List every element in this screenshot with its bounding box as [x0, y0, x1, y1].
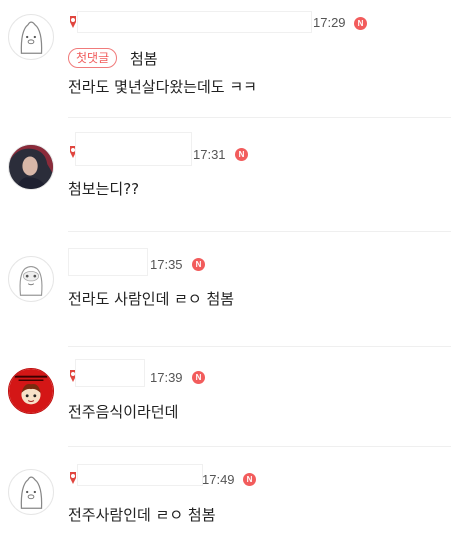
new-badge: N: [354, 17, 367, 30]
nickname-redacted: [77, 11, 312, 33]
nickname-redacted: [75, 359, 145, 387]
new-badge: N: [192, 371, 205, 384]
comment-text: 전라도 몇년살다왔는데도 ㅋㅋ: [68, 78, 257, 96]
comment-time: 17:31: [193, 147, 226, 162]
new-badge: N: [243, 473, 256, 486]
comment-text: 첨보는디??: [68, 180, 140, 198]
comment-text: 전라도 사람인데 ㄹㅇ 첨봄: [68, 290, 235, 308]
comment-time: 17:29: [313, 15, 346, 30]
character-avatar-icon: [9, 369, 53, 413]
mascot-icon: [20, 21, 43, 54]
avatar[interactable]: [8, 368, 54, 414]
new-badge: N: [235, 148, 248, 161]
comment-item: 17:29 N 첫댓글 첨봄 전라도 몇년살다왔는데도 ㅋㅋ: [0, 0, 451, 118]
comment-time: 17:39: [150, 370, 183, 385]
comment-text: 전주사람인데 ㄹㅇ 첨봄: [68, 506, 216, 524]
mascot-icon: [19, 265, 43, 296]
comment-item: 17:49 N 전주사람인데 ㄹㅇ 첨봄: [0, 447, 451, 544]
profile-photo-icon: [9, 145, 53, 189]
avatar[interactable]: [8, 469, 54, 515]
avatar[interactable]: [8, 144, 54, 190]
comment-item: 17:35 N 전라도 사람인데 ㄹㅇ 첨봄: [0, 232, 451, 347]
comment-item: 17:39 N 전주음식이라던데: [0, 347, 451, 447]
comment-item: 17:31 N 첨보는디??: [0, 118, 451, 232]
avatar[interactable]: [8, 14, 54, 60]
first-comment-tag: 첫댓글: [68, 48, 118, 68]
nickname-redacted: [75, 132, 192, 166]
nickname-redacted: [77, 464, 203, 486]
comment-text: 전주음식이라던데: [68, 403, 179, 421]
comment-time: 17:49: [202, 472, 235, 487]
comment-text: 첨봄: [130, 50, 158, 68]
mascot-icon: [20, 476, 43, 509]
avatar[interactable]: [8, 256, 54, 302]
comment-time: 17:35: [150, 257, 183, 272]
new-badge: N: [192, 258, 205, 271]
nickname-redacted: [68, 248, 148, 276]
